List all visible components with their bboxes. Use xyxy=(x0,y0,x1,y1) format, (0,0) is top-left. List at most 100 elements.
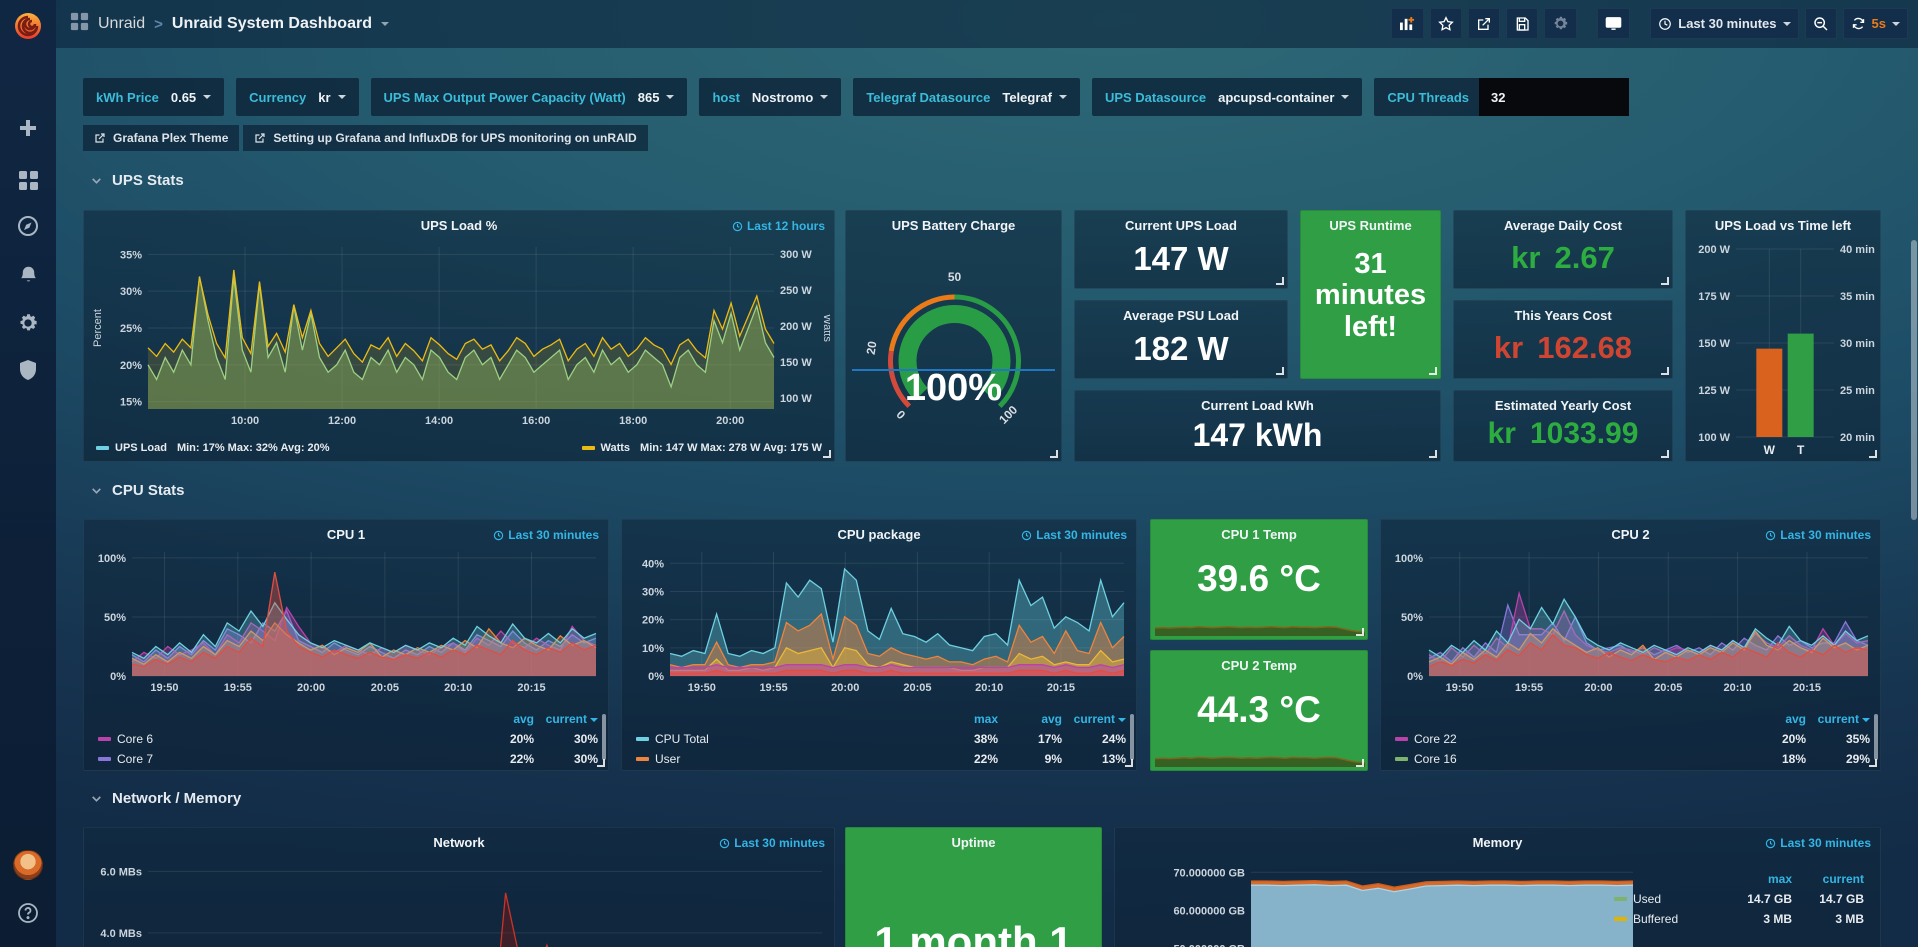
legend-row[interactable]: Used14.7 GB14.7 GB xyxy=(1614,892,1864,906)
svg-text:20: 20 xyxy=(864,340,880,356)
apps-grid-icon[interactable] xyxy=(70,12,89,36)
panel-ups-load-vs-time-left[interactable]: UPS Load vs Time left 100 W125 W150 W175… xyxy=(1685,210,1881,462)
breadcrumb-app[interactable]: Unraid xyxy=(98,15,145,33)
user-avatar[interactable] xyxy=(0,845,56,885)
svg-text:20:05: 20:05 xyxy=(371,682,399,694)
panel-ups-runtime[interactable]: UPS Runtime 31 minutes left! xyxy=(1300,210,1441,379)
svg-text:10%: 10% xyxy=(642,643,664,655)
time-badge[interactable]: Last 30 minutes xyxy=(1021,528,1127,542)
section-cpu-stats[interactable]: CPU Stats xyxy=(90,482,185,499)
svg-text:19:50: 19:50 xyxy=(1446,682,1474,694)
sidebar xyxy=(0,0,56,947)
svg-text:300 W: 300 W xyxy=(780,249,812,261)
save-button[interactable] xyxy=(1506,8,1538,39)
cpu-threads-input[interactable] xyxy=(1479,78,1629,116)
svg-text:50%: 50% xyxy=(104,612,126,624)
tv-kiosk-button[interactable] xyxy=(1597,8,1630,39)
svg-text:20 min: 20 min xyxy=(1840,432,1875,444)
legend-scrollbar[interactable] xyxy=(1874,714,1878,760)
svg-text:20:05: 20:05 xyxy=(903,682,931,694)
zoom-out-button[interactable] xyxy=(1805,8,1837,39)
ups-bar-chart: 100 W125 W150 W175 W200 W20 min25 min30 … xyxy=(1686,237,1882,459)
time-badge[interactable]: Last 30 minutes xyxy=(493,528,599,542)
legend-scrollbar[interactable] xyxy=(1130,714,1134,760)
link-ups-monitoring-guide[interactable]: Setting up Grafana and InfluxDB for UPS … xyxy=(243,125,647,151)
panel-current-load-kwh[interactable]: Current Load kWh 147 kWh xyxy=(1074,390,1441,462)
time-badge[interactable]: Last 30 minutes xyxy=(719,836,825,850)
ups-load-legend: UPS LoadMin: 17% Max: 32% Avg: 20% Watts… xyxy=(96,442,822,454)
legend-row[interactable]: CPU Total38%17%24% xyxy=(636,732,1126,746)
section-network-memory[interactable]: Network / Memory xyxy=(90,790,241,807)
panel-network[interactable]: Network Last 30 minutes 2.0 MBs4.0 MBs6.… xyxy=(83,827,835,947)
svg-text:40 min: 40 min xyxy=(1840,244,1875,256)
time-badge[interactable]: Last 12 hours xyxy=(732,219,825,233)
variable-kwh-price[interactable]: kWh Price0.65 xyxy=(83,78,224,116)
panel-ups-load[interactable]: UPS Load % Last 12 hours 10:0012:0014:00… xyxy=(83,210,835,462)
legend-row[interactable]: Core 2220%35% xyxy=(1395,732,1870,746)
variable-ups-datasource[interactable]: UPS Datasourceapcupsd-container xyxy=(1092,78,1362,116)
svg-text:125 W: 125 W xyxy=(1698,385,1730,397)
dashboard-dropdown-caret[interactable] xyxy=(381,22,389,26)
avatar-image xyxy=(13,850,43,880)
legend-row[interactable]: User22%9%13% xyxy=(636,752,1126,766)
page-scrollbar[interactable] xyxy=(1911,240,1917,520)
panel-uptime[interactable]: Uptime 1 month 1 xyxy=(845,827,1102,947)
dashboard-title[interactable]: Unraid System Dashboard xyxy=(172,15,372,33)
refresh-picker[interactable]: 5s xyxy=(1843,8,1908,39)
svg-text:Watts: Watts xyxy=(821,314,830,342)
variable-telegraf-datasource[interactable]: Telegraf DatasourceTelegraf xyxy=(853,78,1080,116)
share-button[interactable] xyxy=(1468,8,1500,39)
alerting-bell-icon[interactable] xyxy=(0,255,56,295)
panel-average-daily-cost[interactable]: Average Daily Cost kr2.67 xyxy=(1453,210,1673,289)
clock-icon xyxy=(493,530,504,541)
time-range-picker[interactable]: Last 30 minutes xyxy=(1650,8,1798,39)
panel-average-psu-load[interactable]: Average PSU Load 182 W xyxy=(1074,300,1288,379)
cpu1-temp-sparkline xyxy=(1155,604,1365,636)
svg-text:50: 50 xyxy=(948,270,962,284)
explore-compass-icon[interactable] xyxy=(0,206,56,246)
panel-cpu2[interactable]: CPU 2 Last 30 minutes 19:5019:5520:0020:… xyxy=(1380,519,1881,771)
link-grafana-plex-theme[interactable]: Grafana Plex Theme xyxy=(83,125,239,151)
panel-this-years-cost[interactable]: This Years Cost kr162.68 xyxy=(1453,300,1673,379)
time-badge[interactable]: Last 30 minutes xyxy=(1765,836,1871,850)
svg-text:20:00: 20:00 xyxy=(716,415,744,427)
add-panel-button[interactable] xyxy=(1391,8,1424,39)
clock-icon xyxy=(1658,17,1672,31)
external-link-icon xyxy=(94,132,106,144)
grafana-logo-icon[interactable] xyxy=(0,6,56,46)
create-plus-icon[interactable] xyxy=(0,108,56,148)
panel-memory[interactable]: Memory Last 30 minutes 50.000000 GB60.00… xyxy=(1114,827,1881,947)
svg-text:12:00: 12:00 xyxy=(328,415,356,427)
variable-ups-max-output[interactable]: UPS Max Output Power Capacity (Watt)865 xyxy=(371,78,688,116)
server-admin-shield-icon[interactable] xyxy=(0,350,56,390)
legend-row[interactable]: Core 722%30% xyxy=(98,752,598,766)
configuration-gear-icon[interactable] xyxy=(0,303,56,343)
time-badge[interactable]: Last 30 minutes xyxy=(1765,528,1871,542)
navbar-actions: Last 30 minutes 5s xyxy=(1391,8,1908,39)
svg-text:35 min: 35 min xyxy=(1840,291,1875,303)
legend-row[interactable]: Buffered3 MB3 MB xyxy=(1614,912,1864,926)
panel-current-ups-load[interactable]: Current UPS Load 147 W xyxy=(1074,210,1288,289)
panel-cpu-package[interactable]: CPU package Last 30 minutes 19:5019:5520… xyxy=(621,519,1137,771)
variable-host[interactable]: hostNostromo xyxy=(699,78,841,116)
panel-estimated-yearly-cost[interactable]: Estimated Yearly Cost kr1033.99 xyxy=(1453,390,1673,462)
section-ups-stats[interactable]: UPS Stats xyxy=(90,172,184,189)
dashboard-settings-button[interactable] xyxy=(1544,8,1577,39)
svg-text:25 min: 25 min xyxy=(1840,385,1875,397)
panel-ups-battery-charge[interactable]: UPS Battery Charge 02050100 100% xyxy=(845,210,1062,462)
legend-scrollbar[interactable] xyxy=(602,714,606,760)
legend-row[interactable]: Core 1618%29% xyxy=(1395,752,1870,766)
legend-row[interactable]: Core 620%30% xyxy=(98,732,598,746)
svg-text:20:15: 20:15 xyxy=(1793,682,1821,694)
help-icon[interactable] xyxy=(0,893,56,933)
star-button[interactable] xyxy=(1430,8,1462,39)
panel-cpu1[interactable]: CPU 1 Last 30 minutes 19:5019:5520:0020:… xyxy=(83,519,609,771)
panel-cpu1-temp[interactable]: CPU 1 Temp 39.6 °C xyxy=(1150,519,1368,640)
variable-currency[interactable]: Currencykr xyxy=(236,78,358,116)
svg-text:20:00: 20:00 xyxy=(297,682,325,694)
panel-cpu2-temp[interactable]: CPU 2 Temp 44.3 °C xyxy=(1150,650,1368,771)
svg-text:25%: 25% xyxy=(120,323,142,335)
dashboards-icon[interactable] xyxy=(0,160,56,200)
svg-text:30 min: 30 min xyxy=(1840,338,1875,350)
svg-text:4.0 MBs: 4.0 MBs xyxy=(100,928,142,940)
